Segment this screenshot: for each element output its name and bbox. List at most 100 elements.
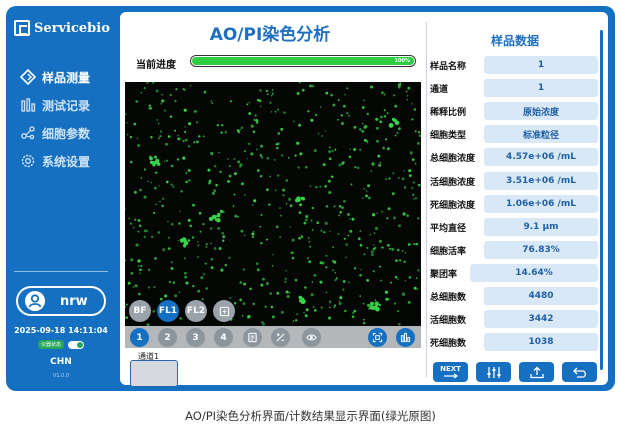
- cell-dot: [290, 251, 293, 254]
- field-1-button[interactable]: 1: [130, 328, 149, 347]
- cell-dot: [409, 151, 413, 155]
- cell-dot: [411, 158, 415, 161]
- eye-icon: [306, 334, 317, 341]
- cell-dot: [334, 279, 337, 282]
- bar-chart-icon: [21, 98, 36, 112]
- cell-dot: [130, 258, 134, 262]
- cell-dot: [154, 256, 157, 260]
- cell-dot: [277, 132, 281, 135]
- channel-thumbnail[interactable]: [130, 360, 178, 387]
- cell-dot: [329, 146, 331, 149]
- cell-dot: [271, 265, 274, 267]
- sliders-icon: [487, 366, 500, 378]
- cell-dot: [168, 280, 171, 284]
- cell-dot: [377, 154, 381, 158]
- cell-dot: [269, 101, 272, 104]
- cell-dot: [170, 261, 173, 264]
- field-4-button[interactable]: 4: [214, 328, 233, 347]
- app-window: Servicebio 样品测量 测试记录 细胞参数 系统设置 nrw 2025-…: [6, 6, 615, 391]
- cell-dot: [270, 110, 273, 113]
- cell-dot: [388, 177, 391, 180]
- cell-dot: [177, 239, 179, 242]
- cell-cluster: [298, 299, 302, 303]
- cell-dot: [298, 82, 301, 84]
- channel-fl2-button[interactable]: FL2: [185, 300, 207, 322]
- cell-dot: [378, 303, 382, 307]
- cell-dot: [137, 219, 141, 222]
- scan-button[interactable]: [368, 328, 387, 347]
- sample-row-label: 死细胞浓度: [430, 200, 476, 211]
- cell-dot: [279, 236, 282, 238]
- cell-dot: [305, 165, 308, 169]
- cell-dot: [218, 151, 220, 154]
- cell-dot: [198, 135, 201, 138]
- cell-dot: [172, 281, 176, 284]
- cell-dot: [158, 185, 161, 187]
- cell-dot: [346, 112, 349, 115]
- cell-dot: [401, 249, 404, 252]
- sample-row-label: 活细胞浓度: [430, 177, 476, 188]
- cell-dot: [210, 266, 214, 269]
- cell-dot: [129, 222, 133, 225]
- cell-dot: [202, 223, 205, 226]
- cell-dot: [205, 245, 208, 249]
- user-icon: [25, 291, 45, 311]
- cell-dot: [276, 291, 280, 295]
- cell-dot: [183, 271, 187, 275]
- status-toggle[interactable]: [68, 340, 84, 349]
- user-name: nrw: [60, 293, 88, 309]
- cell-dot: [203, 273, 205, 276]
- field-3-button[interactable]: 3: [186, 328, 205, 347]
- cell-dot: [262, 277, 265, 281]
- back-button[interactable]: [562, 362, 597, 382]
- nav-item-sample-measure[interactable]: 样品测量: [6, 64, 116, 90]
- user-button[interactable]: nrw: [16, 286, 106, 316]
- ratio-button[interactable]: [271, 328, 290, 347]
- upload-button[interactable]: [519, 362, 554, 382]
- cell-dot: [329, 306, 331, 309]
- cell-dot: [146, 229, 149, 232]
- cell-dot: [349, 148, 352, 150]
- cell-dot: [382, 146, 385, 150]
- scrollbar[interactable]: [600, 30, 603, 370]
- report-button[interactable]: [243, 328, 262, 347]
- cell-dot: [188, 179, 191, 182]
- cell-dot: [183, 108, 187, 112]
- channel-fl1-button[interactable]: FL1: [157, 300, 179, 322]
- cell-dot: [210, 151, 213, 155]
- sample-row-value: 3442: [484, 310, 598, 329]
- cell-dot: [361, 105, 365, 110]
- channel-bf-button[interactable]: BF: [129, 300, 151, 322]
- cell-dot: [399, 82, 402, 84]
- microscope-image[interactable]: BF FL1 FL2 1 2 3 4: [125, 82, 421, 348]
- cell-dot: [255, 118, 259, 123]
- cell-dot: [380, 115, 383, 119]
- cell-dot: [213, 247, 217, 250]
- cell-dot: [275, 225, 279, 229]
- nav-item-cell-params[interactable]: 细胞参数: [6, 120, 116, 146]
- cell-dot: [161, 99, 165, 103]
- visibility-button[interactable]: [302, 328, 321, 347]
- cell-cluster: [371, 305, 376, 311]
- cell-dot: [415, 242, 419, 246]
- next-button[interactable]: NEXT: [433, 362, 468, 382]
- field-2-button[interactable]: 2: [158, 328, 177, 347]
- nav-item-test-records[interactable]: 测试记录: [6, 92, 116, 118]
- fit-screen-button[interactable]: [213, 300, 235, 322]
- histogram-button[interactable]: [396, 328, 415, 347]
- cell-dot: [165, 159, 169, 162]
- cell-dot: [229, 100, 232, 103]
- cell-dot: [418, 134, 421, 137]
- cell-dot: [359, 229, 362, 233]
- sample-row-value: 76.83%: [484, 240, 598, 259]
- language[interactable]: CHN: [6, 357, 116, 367]
- cell-dot: [402, 212, 406, 216]
- cell-dot: [280, 127, 284, 131]
- cell-dot: [383, 115, 387, 118]
- nav-item-system-settings[interactable]: 系统设置: [6, 148, 116, 174]
- cell-dot: [348, 155, 352, 159]
- adjust-button[interactable]: [476, 362, 511, 382]
- cell-dot: [244, 150, 247, 153]
- cell-dot: [332, 269, 335, 272]
- cell-dot: [415, 277, 418, 279]
